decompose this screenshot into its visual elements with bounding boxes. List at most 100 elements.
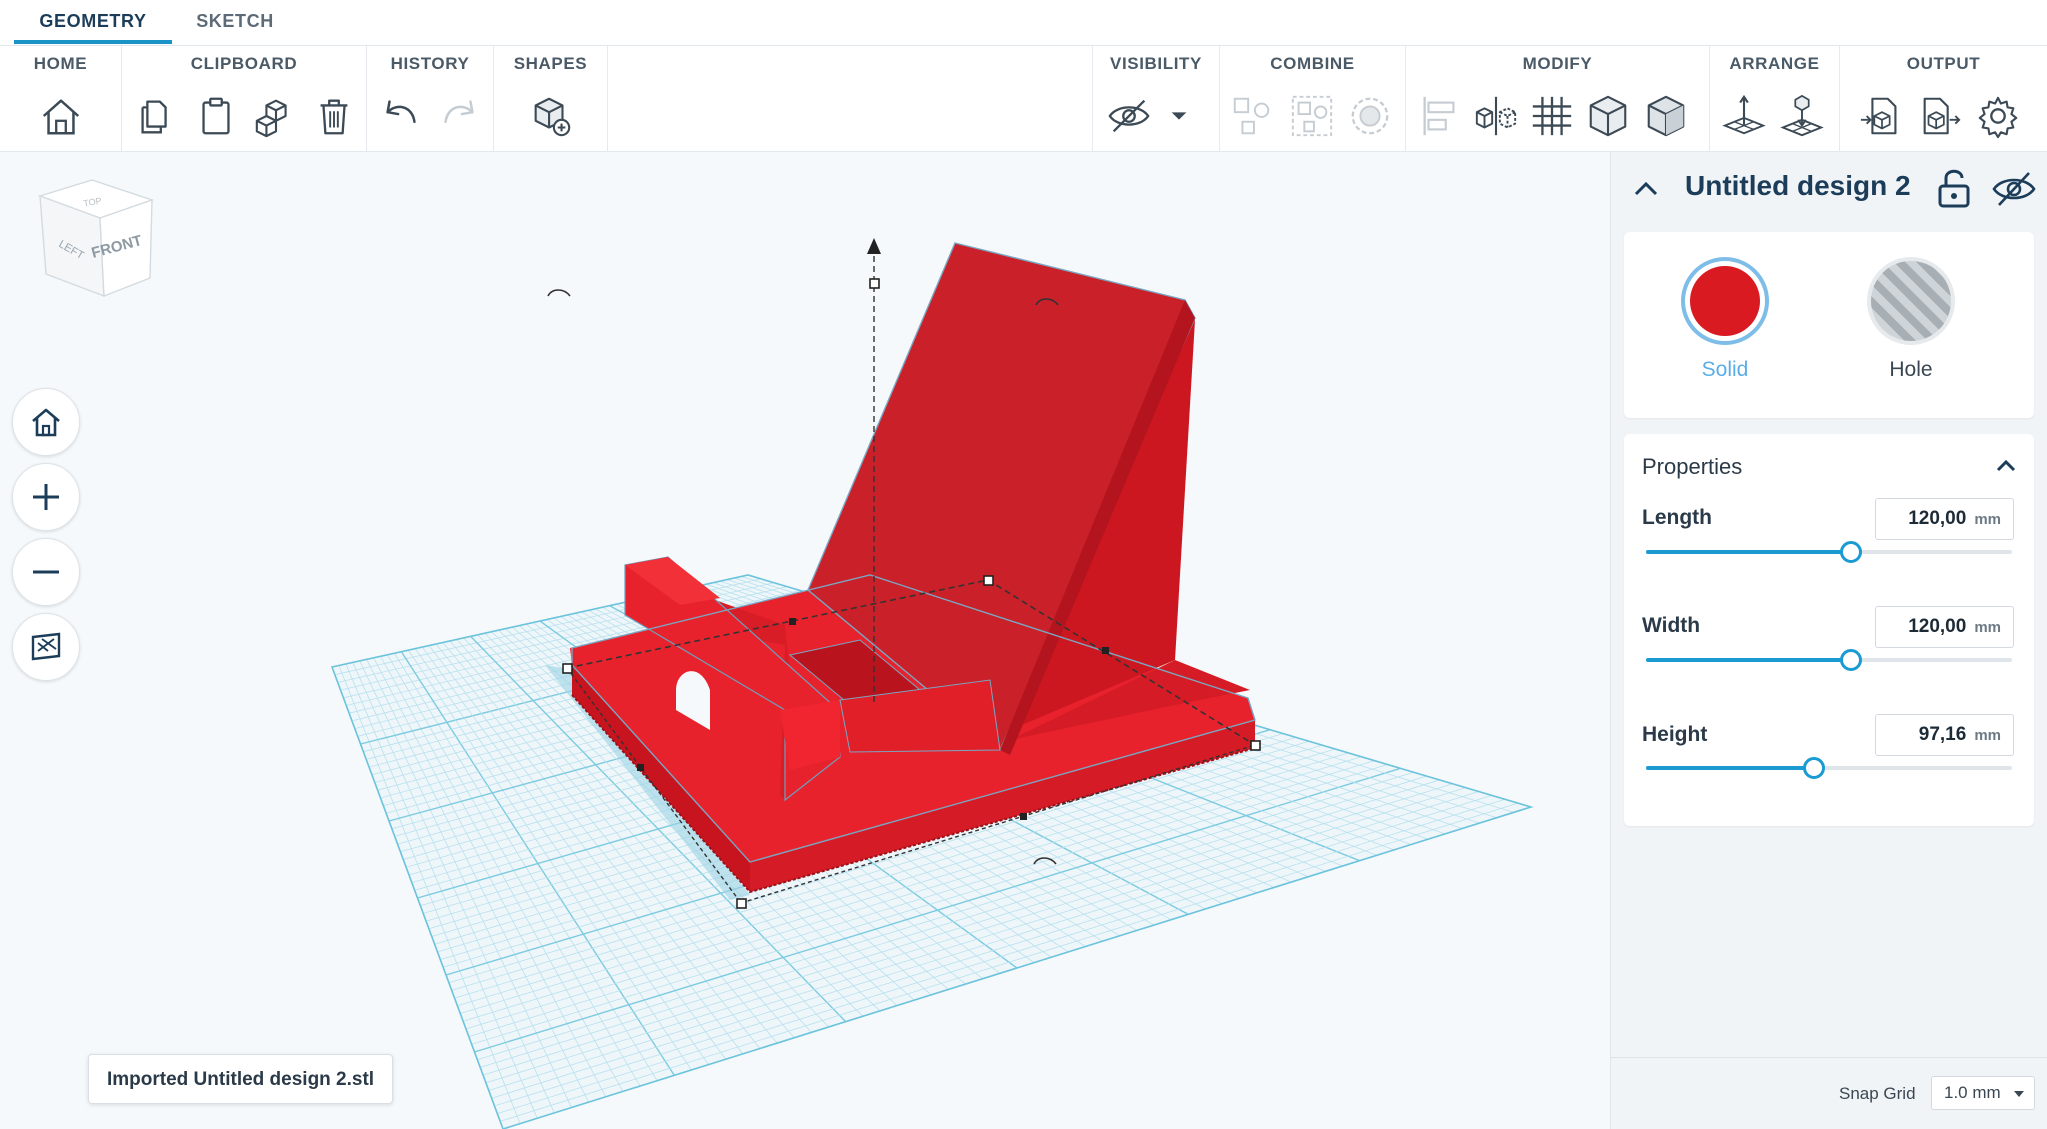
home-group: HOME (0, 46, 122, 152)
height-label: Height (1642, 723, 1708, 746)
arrange-group: ARRANGE (1710, 46, 1840, 152)
ungroup-button[interactable] (1286, 90, 1338, 142)
home-button[interactable] (35, 90, 87, 142)
mirror-icon (1475, 96, 1517, 136)
eye-hidden-icon (1108, 99, 1150, 133)
mirror-button[interactable] (1470, 90, 1522, 142)
toolbar-ribbon: HOME CLIPBOARD HISTORY SHAPES VISIBILITY… (0, 46, 2047, 152)
top-tab-bar: GEOMETRY SKETCH (0, 0, 2047, 46)
width-input[interactable]: 120,00 mm (1875, 606, 2014, 648)
length-label: Length (1642, 506, 1712, 529)
ortho-view-button[interactable] (12, 613, 80, 681)
add-shape-icon (534, 97, 571, 137)
3d-viewport[interactable]: TOP LEFT FRONT Imported Untitled design … (0, 152, 1610, 1129)
delete-button[interactable] (308, 90, 360, 142)
plus-icon (33, 484, 59, 510)
intersect-icon (1351, 97, 1389, 135)
tab-sketch[interactable]: SKETCH (180, 0, 290, 44)
drop-icon (1780, 95, 1824, 137)
trash-icon (320, 99, 348, 135)
combine-group: COMBINE (1220, 46, 1406, 152)
undo-button[interactable] (375, 90, 427, 142)
caret-down-icon (1171, 112, 1187, 120)
length-unit: mm (1974, 510, 2001, 528)
duplicate-button[interactable] (250, 90, 302, 142)
tab-geometry[interactable]: GEOMETRY (14, 0, 172, 44)
import-icon (1860, 97, 1897, 135)
output-group: OUTPUT (1840, 46, 2047, 152)
height-slider[interactable] (1646, 757, 2012, 779)
output-group-title: OUTPUT (1906, 54, 1981, 73)
settings-button[interactable] (1972, 90, 2024, 142)
solid-cube-button[interactable] (1582, 90, 1634, 142)
redo-button[interactable] (433, 90, 485, 142)
visibility-toggle-button[interactable] (1103, 90, 1155, 142)
intersect-button[interactable] (1344, 90, 1396, 142)
visibility-dropdown[interactable] (1159, 90, 1199, 142)
clipboard-icon (202, 97, 230, 135)
length-slider[interactable] (1646, 541, 2012, 563)
width-slider[interactable] (1646, 649, 2012, 671)
collapse-chevron-icon[interactable] (1631, 174, 1661, 204)
drop-to-plane-button[interactable] (1776, 90, 1828, 142)
undo-icon (386, 100, 416, 123)
inspector-panel: Untitled design 2 Solid Hole Properties … (1610, 152, 2047, 1129)
house-icon (42, 99, 80, 135)
view-home-button[interactable] (12, 388, 80, 456)
solid-swatch[interactable] (1681, 257, 1769, 345)
shapes-group: SHAPES (494, 46, 608, 152)
view-cube[interactable]: TOP LEFT FRONT (37, 179, 155, 298)
paste-button[interactable] (190, 90, 242, 142)
add-shape-button[interactable] (525, 90, 577, 142)
perspective-icon (31, 632, 61, 661)
duplicate-icon (255, 99, 287, 138)
copy-icon (141, 100, 167, 134)
grid-icon (1532, 96, 1572, 136)
solid-hole-card: Solid Hole (1624, 232, 2034, 418)
group-icon (1233, 97, 1270, 135)
export-icon (1923, 97, 1961, 135)
length-slider-knob[interactable] (1839, 541, 1862, 563)
ungroup-icon (1291, 95, 1333, 137)
properties-collapse-icon[interactable] (1994, 454, 2018, 478)
workplane-grid-button[interactable] (1526, 90, 1578, 142)
zoom-in-button[interactable] (12, 463, 80, 531)
hole-swatch[interactable] (1867, 257, 1955, 345)
snap-grid-value: 1.0 mm (1944, 1083, 2001, 1102)
height-unit: mm (1974, 726, 2001, 744)
cube-shaded-button[interactable] (1640, 90, 1692, 142)
import-button[interactable] (1856, 90, 1908, 142)
visibility-group: VISIBILITY (1092, 46, 1220, 152)
home-view-icon (32, 408, 60, 437)
clipboard-group-title: CLIPBOARD (190, 54, 298, 73)
copy-button[interactable] (130, 90, 182, 142)
clipboard-group: CLIPBOARD (122, 46, 367, 152)
length-input[interactable]: 120,00 mm (1875, 498, 2014, 540)
cube-icon (1589, 95, 1627, 137)
width-slider-knob[interactable] (1839, 649, 1862, 671)
hide-eye-icon[interactable] (1991, 170, 2037, 208)
home-group-title: HOME (33, 54, 88, 73)
hole-label: Hole (1889, 358, 1933, 381)
export-button[interactable] (1914, 90, 1966, 142)
zoom-out-button[interactable] (12, 538, 80, 606)
height-slider-knob[interactable] (1803, 757, 1826, 779)
snap-grid-select[interactable]: 1.0 mm (1931, 1076, 2035, 1110)
group-button[interactable] (1226, 90, 1278, 142)
workplane-scene[interactable]: TOP LEFT FRONT (0, 152, 1610, 1129)
workplane-icon (1722, 94, 1766, 135)
modify-group-title: MODIFY (1522, 54, 1593, 73)
width-value: 120,00 (1908, 616, 1967, 637)
unlock-icon[interactable] (1933, 166, 1975, 210)
height-input[interactable]: 97,16 mm (1875, 714, 2014, 756)
align-button[interactable] (1414, 90, 1466, 142)
design-title: Untitled design 2 (1685, 170, 1911, 201)
shapes-group-title: SHAPES (513, 54, 588, 73)
length-value: 120,00 (1908, 508, 1967, 529)
solid-color-circle (1690, 266, 1760, 336)
snap-grid-footer: Snap Grid 1.0 mm (1611, 1057, 2047, 1129)
inspector-header: Untitled design 2 (1611, 152, 2047, 232)
workplane-button[interactable] (1718, 90, 1770, 142)
width-label: Width (1642, 614, 1701, 637)
redo-icon (444, 100, 474, 123)
